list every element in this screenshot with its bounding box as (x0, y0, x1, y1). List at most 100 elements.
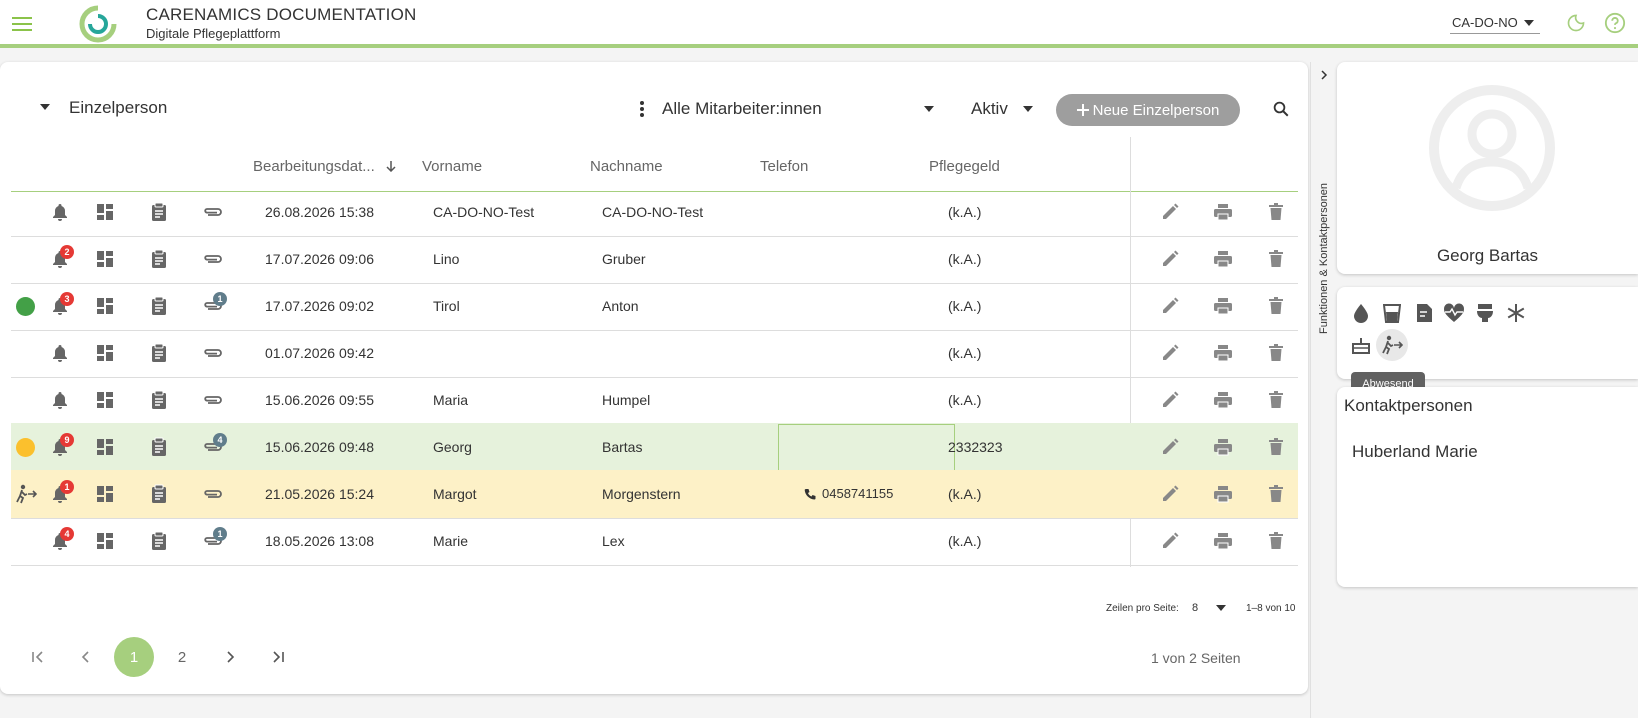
bell-icon[interactable] (48, 388, 72, 412)
column-header-date[interactable]: Bearbeitungsdat... (253, 158, 397, 175)
page-button-1[interactable]: 1 (114, 637, 154, 677)
column-header-care-allowance[interactable]: Pflegegeld (929, 158, 1000, 175)
delete-icon[interactable] (1264, 482, 1288, 506)
print-icon[interactable] (1211, 435, 1235, 459)
first-page-icon[interactable] (18, 637, 58, 677)
table-row[interactable]: 4 1 18.05.2026 13:08 Marie Lex (k.A.) (11, 517, 1298, 566)
clipboard-icon[interactable] (147, 482, 171, 506)
dark-mode-icon[interactable] (1563, 10, 1589, 36)
edit-icon[interactable] (1158, 247, 1182, 271)
print-icon[interactable] (1211, 341, 1235, 365)
clipboard-icon[interactable] (147, 529, 171, 553)
side-panel-tab[interactable]: Funktionen & Kontaktpersonen (1310, 62, 1336, 718)
table-row[interactable]: 3 1 17.07.2026 09:02 Tirol Anton (k.A.) (11, 282, 1298, 331)
table-row[interactable]: 2 17.07.2026 09:06 Lino Gruber (k.A.) (11, 235, 1298, 284)
page-button-2[interactable]: 2 (162, 637, 202, 677)
dashboard-icon[interactable] (93, 529, 117, 553)
table-row[interactable]: 26.08.2026 15:38 CA-DO-NO-Test CA-DO-NO-Te… (11, 188, 1298, 237)
snowflake-icon[interactable] (1504, 301, 1528, 325)
attachment-icon[interactable] (201, 247, 225, 271)
absent-person-icon[interactable] (1376, 329, 1408, 361)
dashboard-icon[interactable] (93, 435, 117, 459)
attachment-icon[interactable] (201, 341, 225, 365)
dashboard-icon[interactable] (93, 294, 117, 318)
edit-icon[interactable] (1158, 435, 1182, 459)
delete-icon[interactable] (1264, 247, 1288, 271)
caret-down-icon[interactable] (38, 100, 52, 114)
search-icon[interactable] (1268, 96, 1294, 122)
clipboard-icon[interactable] (147, 200, 171, 224)
column-header-last-name[interactable]: Nachname (590, 158, 663, 175)
bell-icon[interactable] (48, 341, 72, 365)
rows-per-page-select[interactable]: 8 (1192, 599, 1226, 617)
status-filter-select[interactable]: Aktiv (971, 96, 1033, 122)
bell-icon[interactable]: 3 (48, 292, 74, 318)
table-row[interactable]: 15.06.2026 09:55 Maria Humpel (k.A.) (11, 376, 1298, 425)
dashboard-icon[interactable] (93, 247, 117, 271)
edit-icon[interactable] (1158, 341, 1182, 365)
next-page-icon[interactable] (210, 637, 250, 677)
previous-page-icon[interactable] (66, 637, 106, 677)
entity-type-label[interactable]: Einzelperson (69, 98, 167, 118)
column-header-phone[interactable]: Telefon (760, 158, 808, 175)
toilet-icon[interactable] (1473, 301, 1497, 325)
clipboard-icon[interactable] (147, 247, 171, 271)
heart-pulse-icon[interactable] (1442, 301, 1466, 325)
medication-note-icon[interactable] (1412, 301, 1436, 325)
bell-icon[interactable]: 4 (48, 527, 74, 553)
clipboard-icon[interactable] (147, 388, 171, 412)
edit-icon[interactable] (1158, 200, 1182, 224)
print-icon[interactable] (1211, 482, 1235, 506)
cake-icon[interactable] (1349, 333, 1373, 357)
clipboard-icon[interactable] (147, 294, 171, 318)
dashboard-icon[interactable] (93, 388, 117, 412)
attachment-icon[interactable] (201, 200, 225, 224)
print-icon[interactable] (1211, 388, 1235, 412)
clipboard-icon[interactable] (147, 435, 171, 459)
phone-cell[interactable]: 0458741155 (804, 486, 893, 501)
column-header-first-name[interactable]: Vorname (422, 158, 482, 175)
more-vert-icon[interactable] (632, 98, 652, 120)
attachment-icon[interactable] (201, 388, 225, 412)
delete-icon[interactable] (1264, 388, 1288, 412)
delete-icon[interactable] (1264, 529, 1288, 553)
bell-icon[interactable]: 2 (48, 245, 74, 271)
print-icon[interactable] (1211, 294, 1235, 318)
dashboard-icon[interactable] (93, 482, 117, 506)
contact-item[interactable]: Huberland Marie (1352, 442, 1478, 462)
attachment-icon[interactable]: 4 (201, 433, 227, 459)
bell-icon[interactable]: 1 (48, 480, 74, 506)
edit-icon[interactable] (1158, 294, 1182, 318)
delete-icon[interactable] (1264, 341, 1288, 365)
table-row[interactable]: 9 4 15.06.2026 09:48 Georg Bartas 2332323 (11, 423, 1298, 472)
staff-filter-select[interactable]: Alle Mitarbeiter:innen (662, 96, 934, 122)
edit-icon[interactable] (1158, 529, 1182, 553)
chevron-right-icon[interactable] (1317, 68, 1331, 82)
dashboard-icon[interactable] (93, 341, 117, 365)
drink-cup-icon[interactable] (1380, 301, 1404, 325)
delete-icon[interactable] (1264, 435, 1288, 459)
print-icon[interactable] (1211, 247, 1235, 271)
attachment-icon[interactable]: 1 (201, 292, 227, 318)
tenant-select[interactable]: CA-DO-NO (1450, 12, 1540, 34)
clipboard-icon[interactable] (147, 341, 171, 365)
last-page-icon[interactable] (258, 637, 298, 677)
menu-icon[interactable] (10, 12, 34, 36)
bell-icon[interactable] (48, 200, 72, 224)
delete-icon[interactable] (1264, 200, 1288, 224)
water-drop-icon[interactable] (1349, 301, 1373, 325)
bell-icon[interactable]: 9 (48, 433, 74, 459)
edit-icon[interactable] (1158, 388, 1182, 412)
print-icon[interactable] (1211, 200, 1235, 224)
delete-icon[interactable] (1264, 294, 1288, 318)
attachment-icon[interactable]: 1 (201, 527, 227, 553)
edit-icon[interactable] (1158, 482, 1182, 506)
help-icon[interactable] (1602, 10, 1628, 36)
table-row[interactable]: 01.07.2026 09:42 (k.A.) (11, 329, 1298, 378)
table-row[interactable]: 1 21.05.2026 15:24 Margot Morgenstern 045874… (11, 470, 1298, 519)
dashboard-icon[interactable] (93, 200, 117, 224)
new-person-button[interactable]: Neue Einzelperson (1056, 94, 1240, 126)
print-icon[interactable] (1211, 529, 1235, 553)
attachment-icon[interactable] (201, 482, 225, 506)
phone-cell-focus[interactable] (778, 424, 955, 471)
